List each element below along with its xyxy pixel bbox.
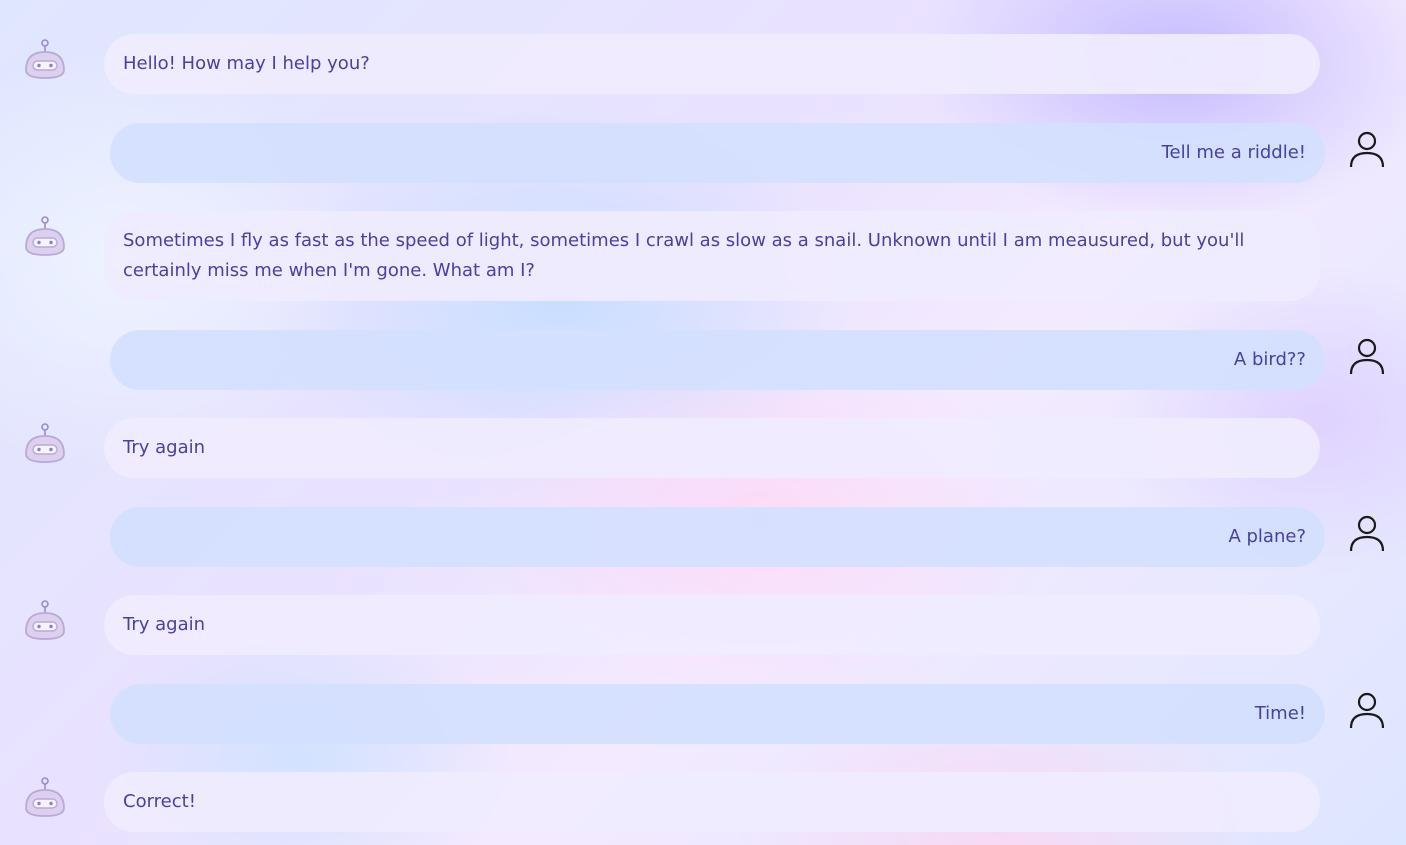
robot-icon bbox=[22, 421, 68, 467]
user-icon bbox=[1348, 130, 1386, 168]
bot-message-bubble: Try again bbox=[104, 418, 1320, 478]
bot-message-bubble: Correct! bbox=[104, 772, 1320, 832]
robot-icon bbox=[22, 775, 68, 821]
user-icon bbox=[1348, 691, 1386, 729]
robot-icon bbox=[22, 214, 68, 260]
user-icon bbox=[1348, 514, 1386, 552]
bot-message-bubble: Sometimes I fly as fast as the speed of … bbox=[104, 211, 1320, 301]
robot-icon bbox=[22, 598, 68, 644]
bot-message-bubble: Try again bbox=[104, 595, 1320, 655]
bot-message-bubble: Hello! How may I help you? bbox=[104, 34, 1320, 94]
user-message-bubble: A bird?? bbox=[110, 330, 1325, 390]
user-icon bbox=[1348, 337, 1386, 375]
user-message-bubble: A plane? bbox=[110, 507, 1325, 567]
chat-thread: Hello! How may I help you? Tell me a rid… bbox=[0, 0, 1406, 845]
robot-icon bbox=[22, 37, 68, 83]
user-message-bubble: Time! bbox=[110, 684, 1325, 744]
user-message-bubble: Tell me a riddle! bbox=[110, 123, 1325, 183]
